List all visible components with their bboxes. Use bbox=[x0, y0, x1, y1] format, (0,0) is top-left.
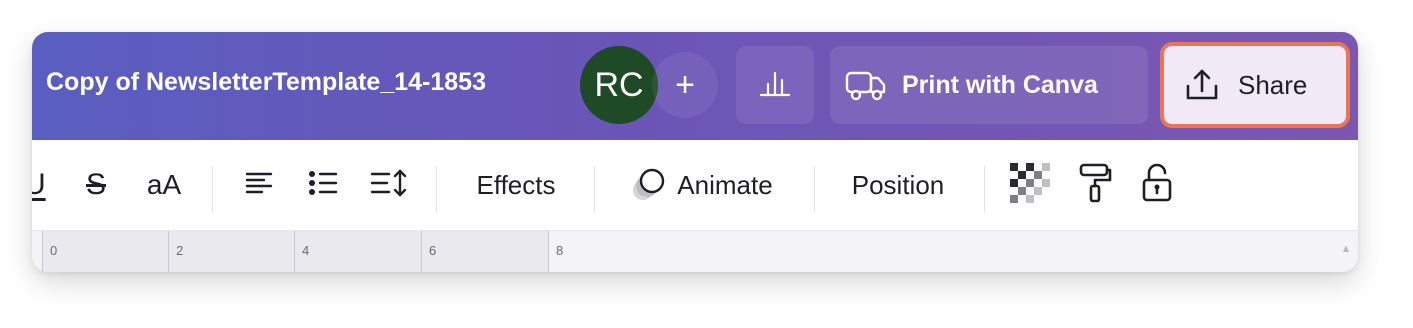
truck-icon bbox=[844, 68, 888, 102]
ruler-number: 4 bbox=[302, 243, 310, 258]
ruler-number: 2 bbox=[176, 243, 184, 258]
document-title[interactable]: Copy of NewsletterTemplate_14-1853 bbox=[46, 68, 486, 97]
top-bar: Copy of NewsletterTemplate_14-1853 RC + bbox=[32, 32, 1358, 140]
lock-button[interactable] bbox=[1134, 140, 1180, 230]
spacing-button[interactable] bbox=[364, 140, 414, 230]
share-button[interactable]: Share bbox=[1160, 42, 1350, 128]
ruler: 0 2 4 6 8 ▲ bbox=[32, 230, 1358, 272]
ruler-number: 8 bbox=[556, 243, 564, 258]
ruler-number: 6 bbox=[429, 243, 437, 258]
checkerboard-icon bbox=[1010, 162, 1050, 208]
print-with-canva-button[interactable]: Print with Canva bbox=[830, 46, 1148, 124]
animate-label: Animate bbox=[677, 169, 773, 200]
formatting-toolbar: U S aA Effects Animate Position bbox=[32, 140, 1358, 230]
print-label: Print with Canva bbox=[902, 70, 1098, 99]
strikethrough-label: S bbox=[85, 168, 106, 201]
position-button[interactable]: Position bbox=[832, 140, 964, 230]
ruler-mark bbox=[421, 231, 422, 272]
ruler-mark bbox=[294, 231, 295, 272]
toolbar-divider bbox=[436, 166, 437, 212]
animate-icon bbox=[629, 166, 669, 204]
add-collaborator-button[interactable]: + bbox=[652, 52, 718, 118]
copy-style-button[interactable] bbox=[1072, 140, 1118, 230]
lock-icon bbox=[1140, 162, 1174, 209]
scroll-up-arrow-icon[interactable]: ▲ bbox=[1338, 241, 1354, 257]
ruler-highlight bbox=[42, 231, 548, 272]
position-label: Position bbox=[851, 169, 945, 200]
toolbar-divider bbox=[814, 166, 815, 212]
bar-chart-icon bbox=[758, 68, 792, 103]
alignment-button[interactable] bbox=[236, 140, 282, 230]
ruler-mark bbox=[168, 231, 169, 272]
editor-window: Copy of NewsletterTemplate_14-1853 RC + bbox=[32, 32, 1358, 272]
ruler-mark bbox=[548, 231, 549, 272]
upload-icon bbox=[1184, 67, 1220, 103]
list-button[interactable] bbox=[300, 140, 346, 230]
bulleted-list-icon bbox=[307, 169, 339, 202]
ruler-number: 0 bbox=[50, 243, 58, 258]
letter-case-button[interactable]: aA bbox=[132, 140, 196, 230]
line-spacing-icon bbox=[369, 168, 409, 203]
avatar[interactable]: RC bbox=[580, 46, 658, 124]
ruler-mark bbox=[42, 231, 43, 272]
toolbar-divider bbox=[984, 166, 985, 212]
effects-label: Effects bbox=[476, 169, 556, 200]
animate-button[interactable]: Animate bbox=[616, 140, 786, 230]
underline-button[interactable]: U bbox=[32, 140, 50, 230]
letter-case-label: aA bbox=[146, 169, 182, 200]
strikethrough-button[interactable]: S bbox=[76, 140, 116, 230]
align-left-icon bbox=[244, 170, 274, 201]
transparency-button[interactable] bbox=[1006, 140, 1054, 230]
insights-button[interactable] bbox=[736, 46, 814, 124]
paint-roller-icon bbox=[1077, 162, 1113, 209]
effects-button[interactable]: Effects bbox=[456, 140, 576, 230]
toolbar-divider bbox=[594, 166, 595, 212]
underline-label: U bbox=[32, 168, 46, 201]
share-label: Share bbox=[1238, 69, 1308, 100]
toolbar-divider bbox=[212, 166, 213, 212]
